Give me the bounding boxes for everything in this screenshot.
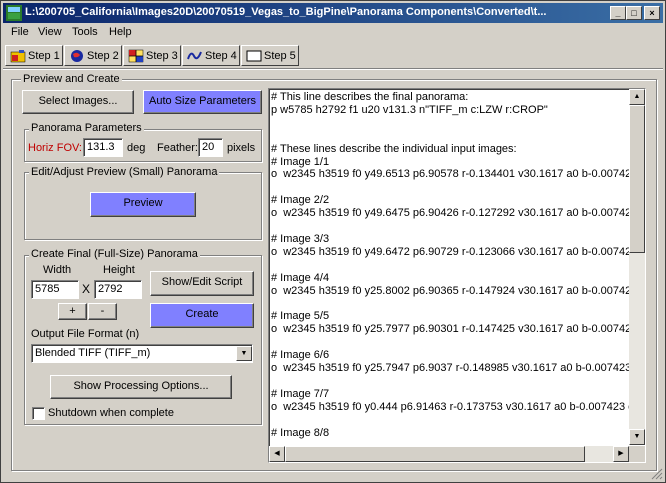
shutdown-checkbox[interactable] <box>32 407 45 420</box>
show-processing-options-button[interactable]: Show Processing Options... <box>50 375 232 399</box>
scroll-right-icon[interactable]: ▶ <box>613 446 629 462</box>
script-line: # Image 2/2 <box>271 194 330 207</box>
scrollbar-corner <box>629 446 645 462</box>
hfov-input[interactable]: 131.3 <box>83 138 123 157</box>
preview-and-create-label: Preview and Create <box>21 73 122 85</box>
shutdown-label: Shutdown when complete <box>48 407 174 419</box>
feather-input[interactable]: 20 <box>198 138 223 157</box>
select-images-button[interactable]: Select Images... <box>22 90 134 114</box>
tab-step-1-label: Step 1 <box>28 49 60 62</box>
script-line: o w2345 h3519 f0 y25.7977 p6.90301 r-0.1… <box>271 323 629 336</box>
show-edit-script-button[interactable]: Show/Edit Script <box>150 271 254 296</box>
title-bar[interactable]: L:\200705_California\Images20D\20070519_… <box>3 3 663 23</box>
toolbar-divider <box>3 68 663 70</box>
output-format-value: Blended TIFF (TIFF_m) <box>35 347 151 359</box>
script-line: # Image 8/8 <box>271 426 330 439</box>
script-line: o w2345 h3519 f0 y49.6513 p6.90578 r-0.1… <box>271 168 629 181</box>
height-input[interactable]: 2792 <box>94 280 142 299</box>
tab-step-4[interactable]: Step 4 <box>182 45 240 66</box>
auto-size-parameters-button[interactable]: Auto Size Parameters <box>143 90 262 114</box>
width-input[interactable]: 5785 <box>31 280 79 299</box>
horizontal-scrollbar[interactable]: ◀ ▶ <box>269 446 629 462</box>
menu-tools[interactable]: Tools <box>72 26 98 38</box>
menu-help[interactable]: Help <box>109 26 132 38</box>
script-line: o w2345 h3519 f0 y25.7947 p6.9037 r-0.14… <box>271 362 629 375</box>
script-line <box>271 298 629 311</box>
script-line: # Image 3/3 <box>271 232 330 245</box>
tab-step-4-label: Step 4 <box>205 49 237 62</box>
menu-file[interactable]: File <box>11 26 29 38</box>
times-label: X <box>82 282 91 296</box>
tab-step-2-label: Step 2 <box>87 49 119 62</box>
feather-label: Feather: <box>157 142 198 154</box>
close-button[interactable]: × <box>644 6 660 20</box>
tab-step-1[interactable]: Step 1 <box>5 45 63 66</box>
scroll-down-icon[interactable]: ▼ <box>629 429 645 445</box>
horizontal-scroll-thumb[interactable] <box>285 446 585 462</box>
script-line: # Image 4/4 <box>271 271 330 284</box>
create-final-label: Create Final (Full-Size) Panorama <box>29 248 200 260</box>
scroll-left-icon[interactable]: ◀ <box>269 446 285 462</box>
menu-bar: File View Tools Help <box>3 24 663 42</box>
menu-view[interactable]: View <box>38 26 62 38</box>
maximize-button[interactable]: □ <box>626 6 642 20</box>
tab-step-3-label: Step 3 <box>146 49 178 62</box>
scroll-up-icon[interactable]: ▲ <box>629 89 645 105</box>
script-line: # These lines describe the individual in… <box>271 142 517 155</box>
output-format-select[interactable]: Blended TIFF (TIFF_m) <box>31 344 253 363</box>
application-window: L:\200705_California\Images20D\20070519_… <box>0 0 666 483</box>
create-button[interactable]: Create <box>150 303 254 328</box>
dropdown-arrow-icon[interactable]: ▼ <box>236 346 252 361</box>
tab-step-3[interactable]: Step 3 <box>123 45 181 66</box>
increase-size-button[interactable]: + <box>58 303 87 320</box>
script-line: # This line describes the final panorama… <box>271 91 469 103</box>
preview-button[interactable]: Preview <box>90 192 196 217</box>
panorama-parameters-label: Panorama Parameters <box>29 122 144 134</box>
camera-icon <box>10 50 26 63</box>
script-line: o w2345 h3519 f0 y49.6475 p6.90426 r-0.1… <box>271 207 629 220</box>
tab-step-5-label: Step 5 <box>264 49 296 62</box>
app-icon <box>6 5 22 21</box>
script-line <box>271 336 629 349</box>
preview-group-label: Edit/Adjust Preview (Small) Panorama <box>29 166 220 178</box>
script-line <box>271 117 629 130</box>
globe-icon <box>71 50 83 62</box>
minimize-button[interactable]: _ <box>610 6 626 20</box>
tab-step-2[interactable]: Step 2 <box>64 45 122 66</box>
script-line <box>271 414 629 427</box>
decrease-size-button[interactable]: - <box>88 303 117 320</box>
script-line: o w2345 h3519 f0 y0.444 p6.91463 r-0.173… <box>271 400 629 413</box>
output-format-label: Output File Format (n) <box>31 328 140 340</box>
script-line: # Image 5/5 <box>271 310 330 323</box>
script-line: # Image 7/7 <box>271 387 330 400</box>
script-line: # Image 1/1 <box>271 155 330 168</box>
script-line <box>271 259 629 272</box>
wave-icon <box>187 51 202 60</box>
script-line: o w2345 h3519 f0 y49.6472 p6.90729 r-0.1… <box>271 245 629 258</box>
height-label: Height <box>103 264 135 276</box>
step-toolbar: Step 1 Step 2 Step 3 Step 4 Step 5 <box>3 44 663 68</box>
window-title: L:\200705_California\Images20D\20070519_… <box>25 6 547 18</box>
blank-page-icon <box>246 50 262 62</box>
script-line <box>271 181 629 194</box>
script-line <box>271 220 629 233</box>
resize-grip-icon[interactable] <box>651 468 663 480</box>
script-line: # Image 6/6 <box>271 349 330 362</box>
grid-icon <box>128 49 144 63</box>
script-line <box>271 375 629 388</box>
script-content: # This line describes the final panorama… <box>271 91 629 444</box>
script-line: o w2345 h3519 f0 y25.8002 p6.90365 r-0.1… <box>271 284 629 297</box>
hfov-label: Horiz FOV: <box>28 142 82 154</box>
vertical-scroll-thumb[interactable] <box>629 105 645 253</box>
width-label: Width <box>43 264 72 276</box>
script-textarea[interactable]: # This line describes the final panorama… <box>268 88 646 463</box>
pixels-label: pixels <box>227 142 256 154</box>
deg-label: deg <box>127 142 146 154</box>
tab-step-5[interactable]: Step 5 <box>241 45 299 66</box>
script-line <box>271 130 629 143</box>
vertical-scrollbar[interactable]: ▲ ▼ <box>629 89 645 445</box>
script-line: p w5785 h2792 f1 u20 v131.3 n"TIFF_m c:L… <box>271 103 548 116</box>
